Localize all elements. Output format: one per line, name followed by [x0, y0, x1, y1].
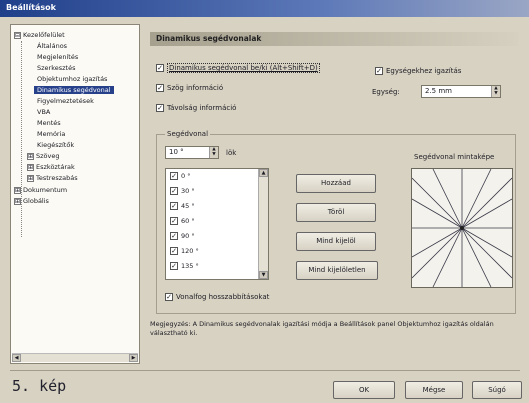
angle-value: 120 ° — [181, 247, 199, 255]
checkbox-label: Egységekhez igazítás — [386, 67, 462, 75]
tree-item-memoria[interactable]: Memória — [37, 130, 65, 138]
angle-value: 0 ° — [181, 172, 191, 180]
tree-connector — [21, 41, 22, 237]
checkbox-checked-icon: ✓ — [170, 217, 178, 225]
angle-list[interactable]: ✓ 0 ° ✓ 30 ° ✓ 45 ° ✓ 60 ° ✓ 90 ° ✓ 120 ° ✓ 135… — [165, 168, 269, 280]
window-title: Beállítások — [0, 0, 529, 17]
expand-icon[interactable]: ⊞ — [14, 197, 21, 205]
tree-item-szerkesztes[interactable]: Szerkesztés — [37, 64, 75, 72]
checkbox-checked-icon: ✓ — [170, 187, 178, 195]
tree-item-vba[interactable]: VBA — [37, 108, 50, 116]
angle-item[interactable]: ✓ 120 ° — [170, 247, 199, 255]
checkbox-checked-icon: ✓ — [170, 172, 178, 180]
checkbox-label: Távolság információ — [167, 104, 237, 112]
checkbox-checked-icon: ✓ — [170, 247, 178, 255]
checkbox-checked-icon: ✓ — [156, 104, 164, 112]
tree-item-figyelmeztetesek[interactable]: Figyelmeztetések — [37, 97, 94, 105]
angle-item[interactable]: ✓ 135 ° — [170, 262, 199, 270]
spinner-arrows-icon[interactable]: ▲ ▼ — [491, 86, 500, 97]
angle-item[interactable]: ✓ 0 ° — [170, 172, 190, 180]
checkbox-checked-icon: ✓ — [170, 232, 178, 240]
unit-spinner[interactable]: 2.5 mm ▲ ▼ — [421, 85, 501, 98]
delete-button[interactable]: Töröl — [296, 203, 376, 222]
checkbox-checked-icon: ✓ — [170, 262, 178, 270]
select-all-button[interactable]: Mind kijelöl — [296, 232, 376, 251]
tree-item-label: Dokumentum — [23, 186, 68, 194]
tree-item-kezelofelulet[interactable]: ⊟ Kezelőfelület — [14, 31, 65, 39]
unit-value: 2.5 mm — [425, 87, 452, 95]
footer-divider — [10, 370, 520, 371]
checkbox-checked-icon: ✓ — [170, 202, 178, 210]
tree-item-szoveg[interactable]: ⊞ Szöveg — [27, 152, 60, 160]
spinner-arrows-icon[interactable]: ▲ ▼ — [209, 147, 218, 158]
expand-icon[interactable]: ⊞ — [27, 174, 34, 182]
scroll-right-icon[interactable]: ▶ — [129, 354, 138, 362]
tree-item-dokumentum[interactable]: ⊞ Dokumentum — [14, 186, 67, 194]
snap-to-units-checkbox[interactable]: ✓ Egységekhez igazítás — [375, 67, 461, 75]
groupbox-label: Segédvonal — [165, 130, 211, 138]
settings-tree[interactable]: ⊟ Kezelőfelület Általános Megjelenítés Sz… — [10, 24, 140, 364]
tree-item-megjelenites[interactable]: Megjelenítés — [37, 53, 78, 61]
angle-value: 30 ° — [181, 187, 195, 195]
checkbox-label: Vonalfog hosszabbításokat — [176, 293, 270, 301]
tree-item-label: Szöveg — [36, 152, 60, 160]
note-text: Megjegyzés: A Dinamikus segédvonalak iga… — [150, 320, 494, 337]
guide-preview-drawing — [411, 168, 513, 288]
tree-item-testreszabas[interactable]: ⊞ Testreszabás — [27, 174, 78, 182]
checkbox-checked-icon: ✓ — [165, 293, 173, 301]
angle-item[interactable]: ✓ 90 ° — [170, 232, 195, 240]
ok-button[interactable]: OK — [333, 381, 395, 399]
step-value: 10 ° — [169, 148, 184, 156]
checkbox-label: Szög információ — [167, 84, 224, 92]
checkbox-checked-icon: ✓ — [156, 64, 164, 72]
angle-value: 60 ° — [181, 217, 195, 225]
angle-item[interactable]: ✓ 45 ° — [170, 202, 195, 210]
tree-item-globalis[interactable]: ⊞ Globális — [14, 197, 49, 205]
checkbox-label: Dinamikus segédvonal be/ki (Alt+Shift+D) — [167, 63, 320, 73]
tree-item-mentes[interactable]: Mentés — [37, 119, 61, 127]
expand-icon[interactable]: ⊞ — [14, 186, 21, 194]
distance-info-checkbox[interactable]: ✓ Távolság információ — [156, 104, 236, 112]
tree-horizontal-scrollbar[interactable]: ◀ ▶ — [12, 353, 138, 362]
tree-item-objektumhoz-igazitas[interactable]: Objektumhoz igazítás — [37, 75, 107, 83]
panel-header: Dinamikus segédvonalak — [150, 32, 518, 46]
tree-item-eszköztarak[interactable]: ⊞ Eszköztárak — [27, 163, 75, 171]
expand-icon[interactable]: ⊞ — [27, 152, 34, 160]
scroll-left-icon[interactable]: ◀ — [12, 354, 21, 362]
unit-label: Egység: — [372, 88, 400, 96]
checkbox-checked-icon: ✓ — [156, 84, 164, 92]
collapse-icon[interactable]: ⊟ — [14, 31, 21, 39]
tree-item-label: Eszköztárak — [36, 163, 75, 171]
tree-item-kiegeszitok[interactable]: Kiegészítők — [37, 141, 74, 149]
checkbox-checked-icon: ✓ — [375, 67, 383, 75]
tree-item-label: Kezelőfelület — [23, 31, 65, 39]
list-scrollbar[interactable]: ▲ ▼ — [258, 169, 268, 279]
deselect-all-button[interactable]: Mind kijelöletlen — [296, 261, 378, 280]
panel-title: Dinamikus segédvonalak — [156, 34, 262, 43]
tree-item-label: Testreszabás — [36, 174, 78, 182]
add-button[interactable]: Hozzáad — [296, 174, 376, 193]
scroll-up-icon[interactable]: ▲ — [259, 169, 268, 177]
cancel-button[interactable]: Mégse — [405, 381, 463, 399]
tree-item-dinamikus-segedvonal[interactable]: Dinamikus segédvonal — [34, 86, 114, 94]
enable-dynamic-guides-checkbox[interactable]: ✓ Dinamikus segédvonal be/ki (Alt+Shift+D… — [156, 63, 320, 73]
angle-info-checkbox[interactable]: ✓ Szög információ — [156, 84, 223, 92]
expand-icon[interactable]: ⊞ — [27, 163, 34, 171]
tree-item-altalanos[interactable]: Általános — [37, 42, 67, 50]
angle-value: 45 ° — [181, 202, 195, 210]
figure-caption: 5. kép — [12, 377, 67, 395]
angle-value: 90 ° — [181, 232, 195, 240]
tree-item-label: Globális — [23, 197, 49, 205]
extension-lines-checkbox[interactable]: ✓ Vonalfog hosszabbításokat — [165, 293, 269, 301]
angle-value: 135 ° — [181, 262, 199, 270]
guide-preview — [411, 168, 513, 288]
angle-item[interactable]: ✓ 60 ° — [170, 217, 195, 225]
angle-item[interactable]: ✓ 30 ° — [170, 187, 195, 195]
step-spinner[interactable]: 10 ° ▲ ▼ — [165, 146, 219, 159]
scroll-down-icon[interactable]: ▼ — [259, 271, 268, 279]
preview-label: Segédvonal mintaképe — [414, 153, 495, 161]
help-button[interactable]: Súgó — [472, 381, 522, 399]
step-suffix: lök — [226, 149, 237, 157]
